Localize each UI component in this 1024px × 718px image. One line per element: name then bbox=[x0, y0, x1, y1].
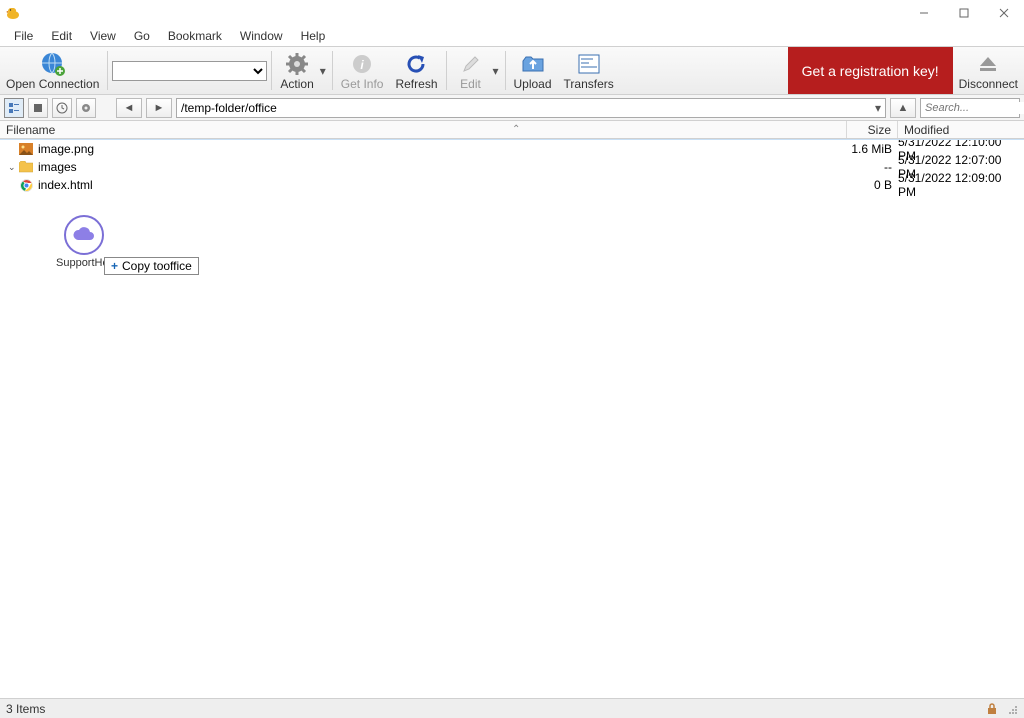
menu-edit[interactable]: Edit bbox=[43, 27, 80, 45]
col-filename[interactable]: Filename bbox=[0, 121, 846, 138]
menu-file[interactable]: File bbox=[6, 27, 41, 45]
get-info-label: Get Info bbox=[341, 77, 384, 91]
image-icon bbox=[18, 142, 34, 156]
file-name: images bbox=[38, 160, 848, 174]
registration-key-button[interactable]: Get a registration key! bbox=[788, 47, 953, 94]
upload-icon bbox=[520, 51, 546, 77]
path-dropdown-icon[interactable]: ▾ bbox=[875, 101, 881, 115]
globe-plus-icon bbox=[40, 51, 66, 77]
nav-forward-button[interactable]: ► bbox=[146, 98, 172, 118]
file-size: 1.6 MiB bbox=[848, 142, 898, 156]
window-controls bbox=[904, 0, 1024, 26]
upload-button[interactable]: Upload bbox=[508, 47, 558, 94]
titlebar bbox=[0, 0, 1024, 26]
toolbar: Open Connection Action ▾ i Get Info Refr… bbox=[0, 46, 1024, 95]
quick-connect-combo[interactable] bbox=[112, 61, 267, 81]
col-modified[interactable]: Modified bbox=[898, 121, 1024, 138]
pencil-icon bbox=[458, 51, 484, 77]
file-row[interactable]: ⌄ images -- 5/31/2022 12:07:00 PM bbox=[0, 158, 1024, 176]
file-size: -- bbox=[848, 160, 898, 174]
upload-label: Upload bbox=[514, 77, 552, 91]
edit-dropdown-icon[interactable]: ▾ bbox=[493, 64, 503, 78]
menu-view[interactable]: View bbox=[82, 27, 124, 45]
cloud-circle-icon bbox=[64, 215, 104, 255]
action-label: Action bbox=[280, 77, 313, 91]
disconnect-button[interactable]: Disconnect bbox=[953, 47, 1024, 94]
file-name: image.png bbox=[38, 142, 848, 156]
disconnect-label: Disconnect bbox=[959, 77, 1018, 91]
action-button[interactable]: Action bbox=[274, 47, 319, 94]
info-icon: i bbox=[349, 51, 375, 77]
search-field[interactable] bbox=[920, 98, 1020, 118]
edit-button[interactable]: Edit bbox=[449, 47, 493, 94]
expand-toggle[interactable]: ⌄ bbox=[8, 162, 18, 173]
status-items: 3 Items bbox=[6, 702, 45, 716]
get-info-button[interactable]: i Get Info bbox=[335, 47, 390, 94]
status-tray bbox=[986, 703, 1018, 715]
transfers-label: Transfers bbox=[564, 77, 614, 91]
nav-back-button[interactable]: ◄ bbox=[116, 98, 142, 118]
maximize-button[interactable] bbox=[944, 0, 984, 26]
file-name: index.html bbox=[38, 178, 848, 192]
navbar: ◄ ► ▾ ▲ bbox=[0, 95, 1024, 121]
nav-up-button[interactable]: ▲ bbox=[890, 98, 916, 118]
menubar: File Edit View Go Bookmark Window Help bbox=[0, 26, 1024, 46]
file-size: 0 B bbox=[848, 178, 898, 192]
refresh-button[interactable]: Refresh bbox=[389, 47, 443, 94]
statusbar: 3 Items bbox=[0, 698, 1024, 718]
path-input[interactable] bbox=[181, 101, 875, 115]
app-duck-icon bbox=[6, 5, 22, 21]
file-modified: 5/31/2022 12:09:00 PM bbox=[898, 171, 1024, 199]
chrome-icon bbox=[18, 178, 34, 192]
view-list-button[interactable] bbox=[4, 98, 24, 118]
refresh-icon bbox=[403, 51, 429, 77]
open-connection-label: Open Connection bbox=[6, 77, 99, 91]
menu-bookmark[interactable]: Bookmark bbox=[160, 27, 230, 45]
plus-icon: + bbox=[111, 259, 118, 273]
gear-icon bbox=[284, 51, 310, 77]
folder-icon bbox=[18, 160, 34, 174]
menu-window[interactable]: Window bbox=[232, 27, 291, 45]
minimize-button[interactable] bbox=[904, 0, 944, 26]
transfers-button[interactable]: Transfers bbox=[558, 47, 620, 94]
col-size[interactable]: Size bbox=[847, 121, 897, 138]
gear-small-button[interactable] bbox=[76, 98, 96, 118]
sort-asc-icon: ⌃ bbox=[512, 124, 520, 135]
resize-grip-icon[interactable] bbox=[1006, 703, 1018, 715]
file-row[interactable]: image.png 1.6 MiB 5/31/2022 12:10:00 PM bbox=[0, 140, 1024, 158]
clock-button[interactable] bbox=[52, 98, 72, 118]
open-connection-button[interactable]: Open Connection bbox=[0, 47, 105, 94]
menu-help[interactable]: Help bbox=[293, 27, 334, 45]
drag-tooltip: + Copy to office bbox=[104, 257, 199, 275]
close-button[interactable] bbox=[984, 0, 1024, 26]
file-row[interactable]: index.html 0 B 5/31/2022 12:09:00 PM bbox=[0, 176, 1024, 194]
edit-label: Edit bbox=[460, 77, 481, 91]
refresh-label: Refresh bbox=[395, 77, 437, 91]
file-list: image.png 1.6 MiB 5/31/2022 12:10:00 PM … bbox=[0, 139, 1024, 685]
action-dropdown-icon[interactable]: ▾ bbox=[320, 64, 330, 78]
lock-icon bbox=[986, 703, 998, 715]
column-headers: Filename ⌃ Size Modified bbox=[0, 121, 1024, 139]
view-outline-button[interactable] bbox=[28, 98, 48, 118]
copy-target: office bbox=[163, 259, 191, 273]
path-field[interactable]: ▾ bbox=[176, 98, 886, 118]
eject-icon bbox=[975, 51, 1001, 77]
transfers-icon bbox=[576, 51, 602, 77]
search-input[interactable] bbox=[925, 102, 1024, 114]
copy-prefix: Copy to bbox=[122, 259, 163, 273]
menu-go[interactable]: Go bbox=[126, 27, 158, 45]
